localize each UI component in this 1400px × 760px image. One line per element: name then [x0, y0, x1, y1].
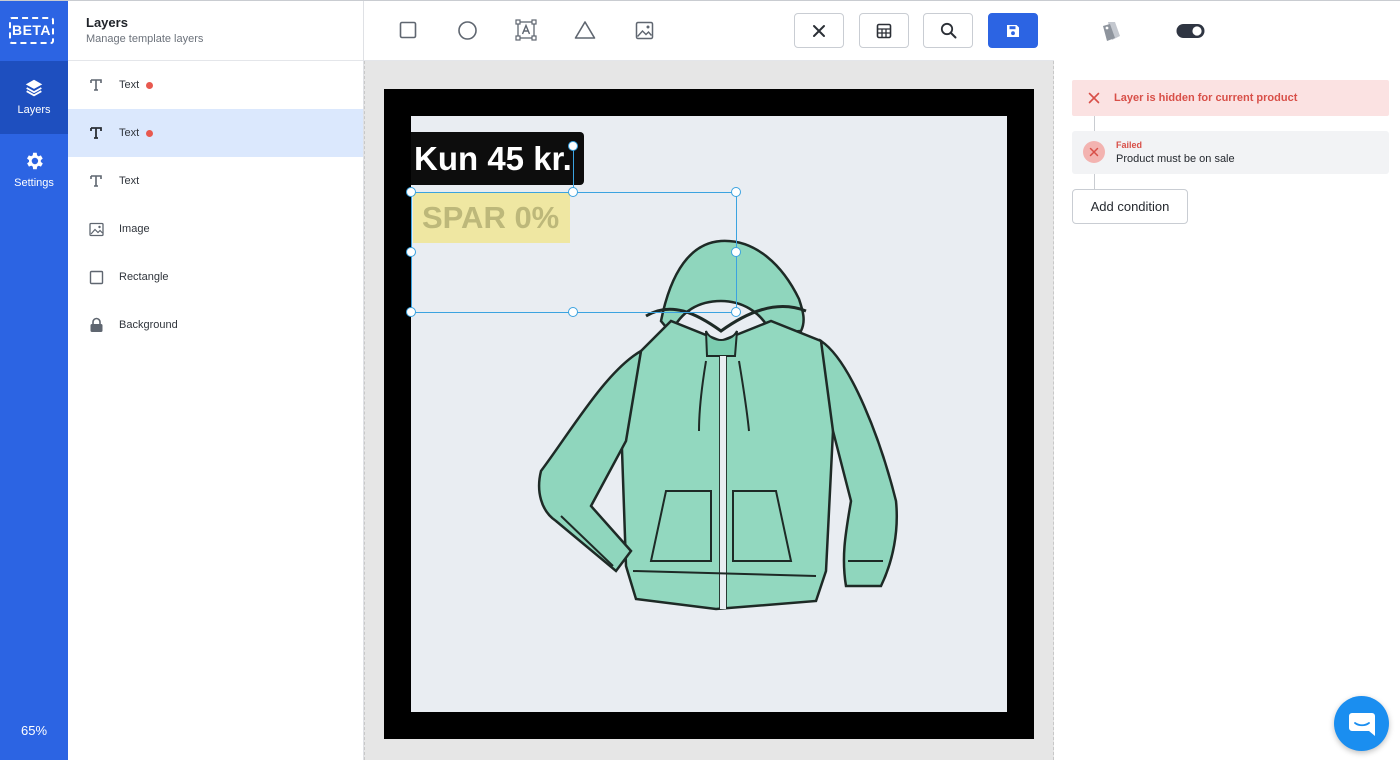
resize-handle-right[interactable]: [731, 247, 741, 257]
layer-row-rectangle[interactable]: Rectangle: [68, 253, 363, 301]
add-condition-button[interactable]: Add condition: [1072, 189, 1188, 224]
search-icon: [940, 22, 956, 39]
text-icon: [88, 125, 104, 141]
template-background: Kun 45 kr. SPAR 0%: [406, 116, 1007, 712]
add-rectangle-tool[interactable]: [396, 18, 420, 42]
square-icon: [88, 269, 104, 285]
condition-text: Product must be on sale: [1116, 153, 1235, 165]
add-text-tool[interactable]: [514, 18, 538, 42]
zoom-level[interactable]: 65%: [0, 723, 68, 738]
layer-row-image[interactable]: Image: [68, 205, 363, 253]
search-button[interactable]: [923, 13, 973, 48]
properties-header: [1054, 1, 1400, 61]
resize-handle-left[interactable]: [406, 247, 416, 257]
layer-label: Background: [119, 319, 178, 331]
visibility-toggle[interactable]: [1176, 23, 1205, 39]
layer-row-text-1[interactable]: Text: [68, 61, 363, 109]
add-circle-tool[interactable]: [455, 18, 479, 42]
warning-dot: [146, 129, 154, 137]
toolbar: [364, 1, 1054, 61]
tags-icon[interactable]: [1099, 20, 1123, 42]
rotation-line: [573, 146, 574, 192]
layers-panel: Layers Manage template layers Text Text …: [68, 1, 364, 760]
layer-label: Text: [119, 127, 140, 139]
lock-icon: [88, 317, 104, 333]
price-text-layer[interactable]: Kun 45 kr.: [411, 132, 584, 185]
grid-button[interactable]: [859, 13, 909, 48]
layers-title: Layers: [86, 15, 128, 30]
text-icon: [88, 77, 104, 93]
failed-icon: [1083, 141, 1105, 163]
layers-subtitle: Manage template layers: [86, 33, 204, 45]
connector-line: [1094, 116, 1095, 131]
hidden-layer-warning: Layer is hidden for current product: [1072, 80, 1389, 116]
circle-icon: [457, 20, 477, 40]
chat-button[interactable]: [1334, 696, 1389, 751]
resize-handle-bottom-right[interactable]: [731, 307, 741, 317]
rail-item-settings[interactable]: Settings: [0, 134, 68, 207]
layer-label: Text: [119, 175, 140, 187]
layer-row-background[interactable]: Background: [68, 301, 363, 349]
layer-row-text-3[interactable]: Text: [68, 157, 363, 205]
save-button[interactable]: [988, 13, 1038, 48]
close-icon: [813, 24, 825, 37]
condition-card[interactable]: Failed Product must be on sale: [1072, 131, 1389, 174]
template-frame: Kun 45 kr. SPAR 0%: [384, 89, 1034, 739]
resize-handle-top-left[interactable]: [406, 187, 416, 197]
rail-item-label: Settings: [14, 177, 54, 189]
beta-badge: BETA: [9, 17, 54, 44]
layer-label: Rectangle: [119, 271, 169, 283]
add-triangle-tool[interactable]: [573, 18, 597, 42]
close-button[interactable]: [794, 13, 844, 48]
resize-handle-bottom-left[interactable]: [406, 307, 416, 317]
layer-label: Image: [119, 223, 150, 235]
rail-item-label: Layers: [17, 104, 51, 116]
save-icon: [1007, 24, 1019, 37]
app-window: BETA Layers Settings 65% Layers Manage t…: [0, 0, 1400, 760]
text-box-icon: [515, 19, 537, 41]
square-icon: [399, 21, 417, 39]
resize-handle-bottom[interactable]: [568, 307, 578, 317]
warning-text: Layer is hidden for current product: [1114, 92, 1298, 104]
connector-line: [1094, 174, 1095, 189]
grid-icon: [876, 23, 892, 38]
layer-label: Text: [119, 79, 140, 91]
close-icon: [1088, 92, 1100, 104]
condition-status: Failed: [1116, 140, 1143, 150]
triangle-icon: [574, 21, 596, 39]
canvas-area: Kun 45 kr. SPAR 0%: [364, 61, 1054, 760]
gear-icon: [27, 152, 43, 170]
layers-header: Layers Manage template layers: [68, 1, 363, 61]
image-icon: [635, 21, 653, 39]
warning-dot: [146, 81, 154, 89]
left-rail: BETA Layers Settings 65%: [0, 1, 68, 760]
layers-icon: [25, 79, 43, 97]
chat-icon: [1348, 712, 1375, 736]
resize-handle-top[interactable]: [568, 187, 578, 197]
text-icon: [88, 173, 104, 189]
rail-item-layers[interactable]: Layers: [0, 61, 68, 134]
add-image-tool[interactable]: [632, 18, 656, 42]
properties-panel: Layer is hidden for current product Fail…: [1054, 1, 1400, 760]
resize-handle-top-right[interactable]: [731, 187, 741, 197]
rotate-handle[interactable]: [568, 141, 578, 151]
layer-row-text-2[interactable]: Text: [68, 109, 363, 157]
image-icon: [88, 221, 104, 237]
selection-box[interactable]: [411, 192, 737, 313]
